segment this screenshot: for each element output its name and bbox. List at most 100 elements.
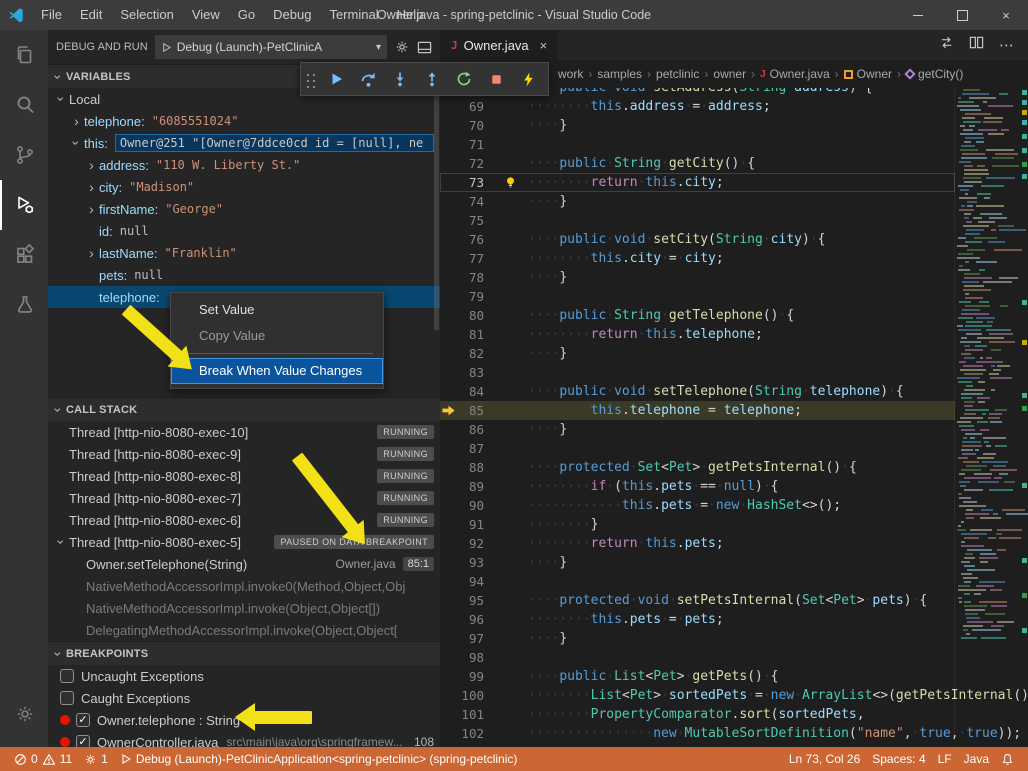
tab-owner-java[interactable]: J Owner.java × <box>440 30 558 60</box>
launch-config-dropdown[interactable]: Debug (Launch)-PetClinicA ▾ <box>155 35 387 59</box>
line-number[interactable]: 83 <box>452 363 484 382</box>
step-over-icon[interactable] <box>354 66 382 92</box>
continue-icon[interactable] <box>322 66 350 92</box>
code-editor[interactable]: 68····public·void·setAddress(String·addr… <box>440 88 1028 747</box>
eol-sequence[interactable]: LF <box>932 747 958 771</box>
code-line[interactable]: 97····} <box>440 629 955 648</box>
extensions-icon[interactable] <box>0 230 48 280</box>
callstack-row[interactable]: NativeMethodAccessorImpl.invoke0(Method,… <box>48 575 440 597</box>
maximize-icon[interactable] <box>940 0 984 30</box>
line-number[interactable]: 86 <box>452 420 484 439</box>
line-number[interactable]: 73 <box>452 173 484 192</box>
code-line[interactable]: 81········return·this.telephone; <box>440 325 955 344</box>
tab-close-icon[interactable]: × <box>540 38 548 53</box>
line-number[interactable]: 92 <box>452 534 484 553</box>
testing-icon[interactable] <box>0 280 48 330</box>
breakpoint-checkbox[interactable] <box>60 669 74 683</box>
callstack-row[interactable]: ›Thread [http-nio-8080-exec-8]RUNNING <box>48 465 440 487</box>
code-line[interactable]: 77········this.city·=·city; <box>440 249 955 268</box>
code-line[interactable]: 102················new·MutableSortDefini… <box>440 724 955 743</box>
callstack-row[interactable]: ›Thread [http-nio-8080-exec-6]RUNNING <box>48 509 440 531</box>
line-number[interactable]: 69 <box>452 97 484 116</box>
variable-row[interactable]: ›id:null <box>48 220 440 242</box>
menu-item-selection[interactable]: Selection <box>111 0 182 30</box>
line-number[interactable]: 78 <box>452 268 484 287</box>
hot-code-replace-icon[interactable] <box>514 66 542 92</box>
call-stack-section-header[interactable]: › CALL STACK <box>48 397 440 421</box>
line-number[interactable]: 89 <box>452 477 484 496</box>
line-number[interactable]: 87 <box>452 439 484 458</box>
breakpoint-checkbox[interactable]: ✓ <box>76 735 90 747</box>
explorer-icon[interactable] <box>0 30 48 80</box>
line-number[interactable]: 84 <box>452 382 484 401</box>
code-line[interactable]: 73········return·this.city; <box>440 173 955 192</box>
code-line[interactable]: 78····} <box>440 268 955 287</box>
code-line[interactable]: 83 <box>440 363 955 382</box>
callstack-row[interactable]: NativeMethodAccessorImpl.invoke(Object,O… <box>48 597 440 619</box>
indentation[interactable]: Spaces: 4 <box>866 747 931 771</box>
callstack-row[interactable]: ›Thread [http-nio-8080-exec-9]RUNNING <box>48 443 440 465</box>
close-icon[interactable]: × <box>984 0 1028 30</box>
code-line[interactable]: 95····protected·void·setPetsInternal(Set… <box>440 591 955 610</box>
line-number[interactable]: 97 <box>452 629 484 648</box>
line-number[interactable]: 80 <box>452 306 484 325</box>
breakpoint-row[interactable]: Uncaught Exceptions <box>48 665 440 687</box>
code-line[interactable]: 89········if·(this.pets·==·null)·{ <box>440 477 955 496</box>
code-line[interactable]: 76····public·void·setCity(String·city)·{ <box>440 230 955 249</box>
line-number[interactable]: 81 <box>452 325 484 344</box>
notifications-bell-icon[interactable] <box>995 747 1020 771</box>
debug-console-icon[interactable] <box>417 40 432 55</box>
minimap[interactable] <box>954 88 1028 747</box>
code-line[interactable]: 87 <box>440 439 955 458</box>
code-line[interactable]: 69········this.address·=·address; <box>440 97 955 116</box>
line-number[interactable]: 93 <box>452 553 484 572</box>
line-number[interactable]: 98 <box>452 648 484 667</box>
context-menu-item[interactable]: Break When Value Changes <box>171 358 383 384</box>
breakpoint-checkbox[interactable]: ✓ <box>76 713 90 727</box>
line-number[interactable]: 94 <box>452 572 484 591</box>
line-number[interactable]: 90 <box>452 496 484 515</box>
menu-item-view[interactable]: View <box>183 0 229 30</box>
code-line[interactable]: 80····public·String·getTelephone()·{ <box>440 306 955 325</box>
variable-row[interactable]: ›this:Owner@251 "[Owner@7ddce0cd id = [n… <box>48 132 440 154</box>
start-debug-icon[interactable] <box>161 42 172 53</box>
code-line[interactable]: 82····} <box>440 344 955 363</box>
menu-item-file[interactable]: File <box>32 0 71 30</box>
line-number[interactable]: 72 <box>452 154 484 173</box>
menu-item-debug[interactable]: Debug <box>264 0 320 30</box>
callstack-row[interactable]: ›Thread [http-nio-8080-exec-5]PAUSED ON … <box>48 531 440 553</box>
breadcrumb-item[interactable]: Owner <box>844 67 892 81</box>
code-line[interactable]: 90············this.pets·=·new·HashSet<>(… <box>440 496 955 515</box>
code-line[interactable]: 70····} <box>440 116 955 135</box>
breadcrumb-item[interactable]: petclinic <box>656 67 699 81</box>
restart-icon[interactable] <box>450 66 478 92</box>
context-menu-item[interactable]: Set Value <box>171 297 383 323</box>
step-out-icon[interactable] <box>418 66 446 92</box>
debug-target[interactable]: Debug (Launch)-PetClinicApplication<spri… <box>114 747 524 771</box>
variable-row[interactable]: ›firstName:"George" <box>48 198 440 220</box>
more-actions-icon[interactable]: ⋯ <box>999 38 1014 53</box>
search-icon[interactable] <box>0 80 48 130</box>
line-number[interactable]: 77 <box>452 249 484 268</box>
line-number[interactable]: 79 <box>452 287 484 306</box>
code-line[interactable]: 101········PropertyComparator.sort(sorte… <box>440 705 955 724</box>
line-number[interactable]: 76 <box>452 230 484 249</box>
settings-gear-icon[interactable] <box>0 689 48 739</box>
line-number[interactable]: 96 <box>452 610 484 629</box>
breakpoints-section-header[interactable]: › BREAKPOINTS <box>48 641 440 665</box>
callstack-row[interactable]: Owner.setTelephone(String)Owner.java85:1 <box>48 553 440 575</box>
launch-settings-gear-icon[interactable] <box>394 39 410 55</box>
variable-row[interactable]: ›city:"Madison" <box>48 176 440 198</box>
minimize-icon[interactable] <box>896 0 940 30</box>
breadcrumb-item[interactable]: samples <box>597 67 642 81</box>
source-control-icon[interactable] <box>0 130 48 180</box>
code-line[interactable]: 74····} <box>440 192 955 211</box>
breadcrumb-item[interactable]: JOwner.java <box>760 67 830 81</box>
breadcrumb-item[interactable]: owner <box>713 67 746 81</box>
code-line[interactable]: 71 <box>440 135 955 154</box>
line-number[interactable]: 99 <box>452 667 484 686</box>
code-line[interactable]: 85········this.telephone·=·telephone; <box>440 401 955 420</box>
callstack-row[interactable]: ›Thread [http-nio-8080-exec-10]RUNNING <box>48 421 440 443</box>
drag-handle[interactable] <box>304 70 316 88</box>
step-into-icon[interactable] <box>386 66 414 92</box>
